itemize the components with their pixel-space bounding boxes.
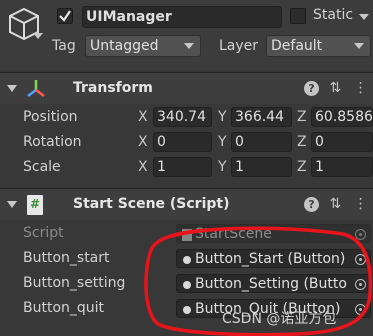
- script-component-header[interactable]: # Start Scene (Script) ? ⇅ ⋮: [0, 188, 373, 220]
- script-header-icons: ? ⇅ ⋮: [304, 196, 368, 212]
- script-file-icon: #: [27, 195, 43, 215]
- static-label: Static: [313, 7, 354, 23]
- rotation-x-field[interactable]: 0: [153, 132, 212, 152]
- gameobject-name-field[interactable]: UIManager: [82, 6, 282, 28]
- scale-y-label[interactable]: Y: [218, 159, 227, 175]
- more-options-icon[interactable]: ⋮: [354, 80, 368, 96]
- button-quit-label[interactable]: Button_quit: [23, 300, 104, 316]
- tag-dropdown[interactable]: Untagged: [85, 35, 201, 57]
- transform-header[interactable]: Transform ? ⇅ ⋮: [0, 72, 373, 104]
- transform-header-icons: ? ⇅ ⋮: [304, 80, 368, 96]
- scale-x-field[interactable]: 1: [153, 157, 212, 177]
- position-y-label[interactable]: Y: [218, 109, 227, 125]
- static-checkbox[interactable]: [290, 8, 306, 24]
- scale-x-label[interactable]: X: [138, 159, 148, 175]
- transform-body: Position X 340.74 Y 366.44 Z 60.8586 Rot…: [0, 104, 373, 186]
- layer-dropdown[interactable]: Default: [266, 35, 371, 57]
- tag-label: Tag: [52, 38, 76, 54]
- position-z-field[interactable]: 60.8586: [311, 107, 373, 127]
- preset-sliders-icon[interactable]: ⇅: [329, 80, 341, 96]
- layer-label: Layer: [219, 38, 259, 54]
- position-y-field[interactable]: 366.44: [231, 107, 292, 127]
- rotation-x-label[interactable]: X: [138, 134, 148, 150]
- static-dropdown-arrow-icon[interactable]: [359, 14, 369, 20]
- more-options-icon[interactable]: ⋮: [354, 196, 368, 212]
- rotation-z-field[interactable]: 0: [311, 132, 373, 152]
- scale-label[interactable]: Scale: [23, 159, 61, 175]
- rotation-z-label[interactable]: Z: [297, 134, 307, 150]
- tag-chevron-down-icon: [184, 43, 194, 49]
- position-label[interactable]: Position: [23, 109, 78, 125]
- scale-z-field[interactable]: 1: [311, 157, 373, 177]
- active-checkbox[interactable]: [57, 8, 73, 24]
- help-icon[interactable]: ?: [304, 197, 319, 212]
- rotation-y-label[interactable]: Y: [218, 134, 227, 150]
- preset-sliders-icon[interactable]: ⇅: [329, 196, 341, 212]
- rotation-y-field[interactable]: 0: [231, 132, 292, 152]
- layer-value: Default: [271, 38, 323, 54]
- transform-foldout-arrow-icon[interactable]: [7, 85, 17, 92]
- script-component-body: Script StartScene Button_start Button_St…: [0, 220, 373, 336]
- checkmark-icon: [59, 10, 71, 22]
- transform-title: Transform: [73, 80, 153, 96]
- script-label: Script: [23, 225, 64, 241]
- position-x-label[interactable]: X: [138, 109, 148, 125]
- script-component-title: Start Scene (Script): [73, 196, 230, 212]
- position-x-field[interactable]: 340.74: [153, 107, 212, 127]
- script-foldout-arrow-icon[interactable]: [7, 201, 17, 208]
- watermark-text: CSDN @诺亚方包: [222, 311, 337, 327]
- rotation-label[interactable]: Rotation: [23, 134, 82, 150]
- scale-z-label[interactable]: Z: [297, 159, 307, 175]
- transform-axis-icon: [27, 80, 45, 97]
- tag-value: Untagged: [90, 38, 159, 54]
- position-z-label[interactable]: Z: [297, 109, 307, 125]
- layer-chevron-down-icon: [354, 43, 364, 49]
- scale-y-field[interactable]: 1: [231, 157, 292, 177]
- button-setting-label[interactable]: Button_setting: [23, 275, 125, 291]
- cube-dropdown-arrow-icon[interactable]: [33, 33, 43, 39]
- help-icon[interactable]: ?: [304, 81, 319, 96]
- gameobject-header: UIManager Static Tag Untagged Layer Defa…: [0, 0, 373, 70]
- button-start-label[interactable]: Button_start: [23, 250, 110, 266]
